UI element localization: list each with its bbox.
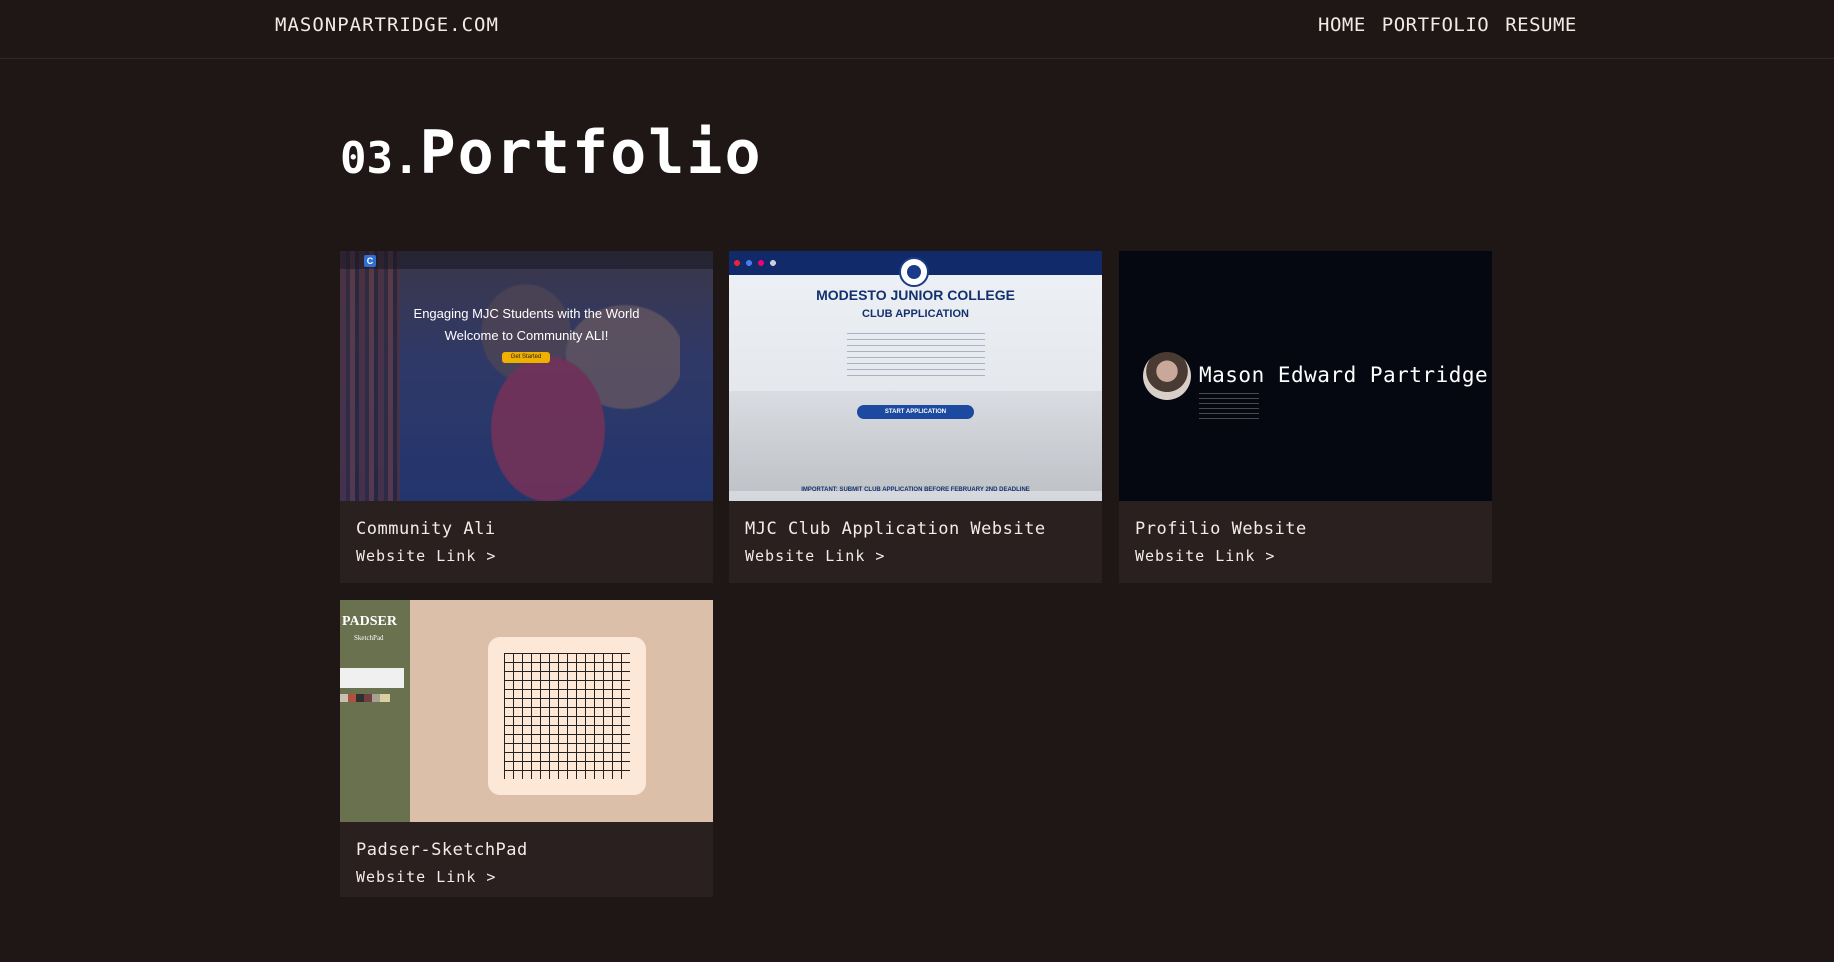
project-title: MJC Club Application Website (745, 519, 1046, 539)
project-card[interactable]: C Engaging MJC Students with the World W… (340, 251, 713, 583)
project-thumbnail[interactable]: PADSER SketchPad (340, 600, 713, 822)
thumbnail-name: Mason Edward Partridge (1199, 363, 1489, 387)
nav-links: HOME PORTFOLIO RESUME (1318, 14, 1577, 36)
thumbnail-body-text (1199, 393, 1259, 419)
community-logo-icon: C (364, 255, 376, 267)
section-number: 03. (340, 133, 420, 184)
nav-portfolio-link[interactable]: PORTFOLIO (1382, 14, 1489, 36)
thumbnail-body-text (847, 333, 985, 381)
color-swatches (340, 694, 390, 702)
page-title: 03.Portfolio (340, 118, 763, 188)
avatar (1143, 352, 1191, 400)
section-title: Portfolio (419, 118, 763, 188)
thumbnail-subheadline: CLUB APPLICATION (862, 308, 969, 320)
sketchpad-subtitle: SketchPad (354, 634, 384, 642)
website-link[interactable]: Website Link > (1135, 547, 1275, 565)
sketchpad-canvas (488, 637, 646, 795)
thumbnail-headline: Engaging MJC Students with the World Wel… (340, 303, 713, 347)
project-title: Community Ali (356, 519, 496, 539)
nav-home-link[interactable]: HOME (1318, 14, 1366, 36)
brand-link[interactable]: MASONPARTRIDGE.COM (275, 14, 499, 36)
social-icons (733, 259, 783, 267)
project-thumbnail[interactable]: Mason Edward Partridge (1119, 251, 1492, 501)
thumbnail-headline: MODESTO JUNIOR COLLEGE (816, 287, 1015, 303)
project-thumbnail[interactable]: C Engaging MJC Students with the World W… (340, 251, 713, 501)
website-link[interactable]: Website Link > (356, 547, 496, 565)
thumbnail-get-started-button: Get Started (502, 352, 550, 363)
thumbnail-headline-line1: Engaging MJC Students with the World (413, 306, 640, 321)
thumbnail-start-application-button: START APPLICATION (857, 405, 974, 419)
thumbnail-footer-notice: IMPORTANT: SUBMIT CLUB APPLICATION BEFOR… (801, 487, 1030, 493)
sketchpad-controls (340, 668, 404, 688)
sketchpad-sidebar: PADSER SketchPad (340, 600, 410, 822)
thumbnail-overlay (340, 251, 713, 501)
thumbnail-headline-line2: Welcome to Community ALI! (444, 328, 609, 343)
project-title: Padser-SketchPad (356, 840, 528, 860)
website-link[interactable]: Website Link > (356, 868, 496, 886)
project-card[interactable]: MODESTO JUNIOR COLLEGE CLUB APPLICATION … (729, 251, 1102, 583)
nav-resume-link[interactable]: RESUME (1505, 14, 1577, 36)
top-nav: MASONPARTRIDGE.COM HOME PORTFOLIO RESUME (0, 0, 1834, 59)
project-card[interactable]: Mason Edward Partridge Profilio Website … (1119, 251, 1492, 583)
project-title: Profilio Website (1135, 519, 1307, 539)
project-card[interactable]: PADSER SketchPad Padser-SketchPad Websit… (340, 600, 713, 897)
website-link[interactable]: Website Link > (745, 547, 885, 565)
project-thumbnail[interactable]: MODESTO JUNIOR COLLEGE CLUB APPLICATION … (729, 251, 1102, 501)
sketchpad-logo: PADSER (342, 614, 397, 629)
thumbnail-topbar (340, 251, 713, 269)
sketchpad-grid (504, 653, 630, 779)
college-seal-icon (899, 257, 929, 287)
